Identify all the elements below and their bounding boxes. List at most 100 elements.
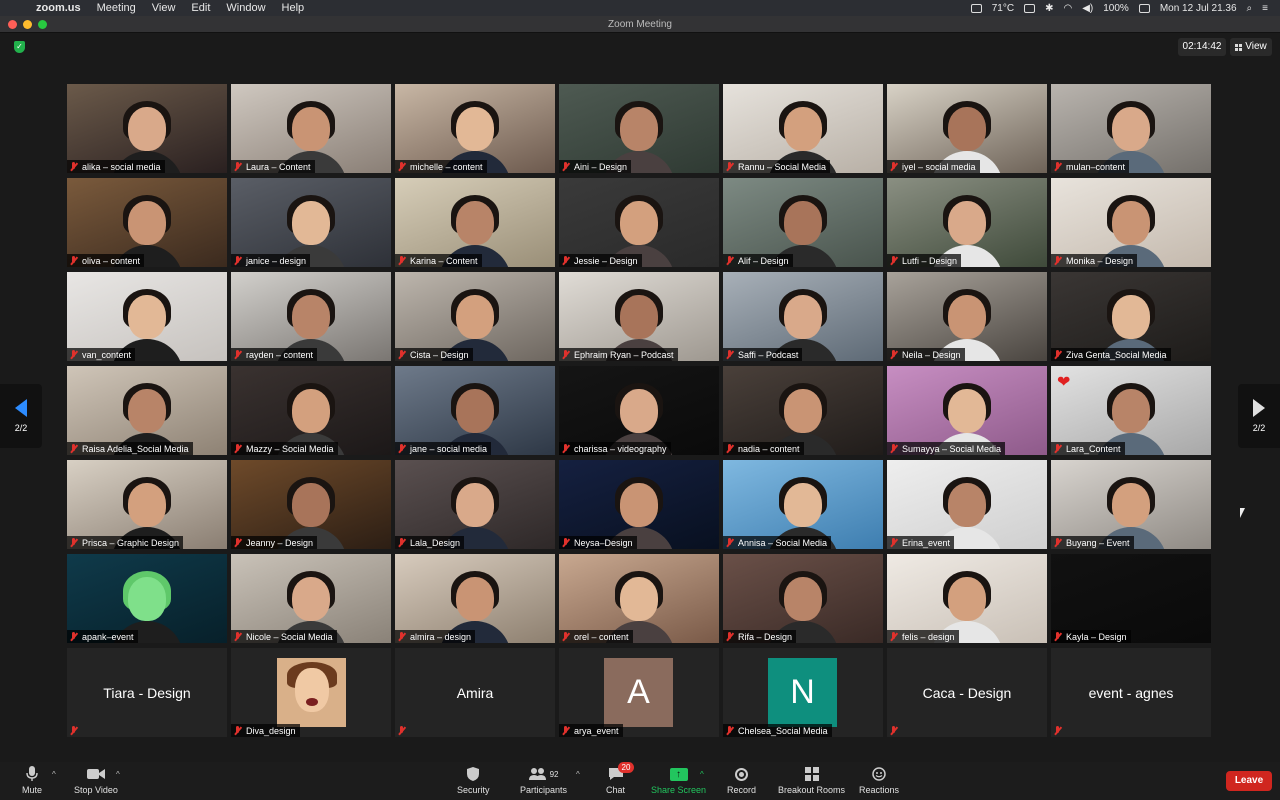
reactions-button[interactable]: Reactions (859, 766, 899, 795)
participant-tile[interactable]: Aini – Design (559, 84, 719, 173)
participant-tile[interactable]: mulan–content (1051, 84, 1211, 173)
participant-tile[interactable]: Neysa–Design (559, 460, 719, 549)
mic-muted-icon (561, 725, 570, 736)
audio-options-caret[interactable]: ^ (52, 770, 56, 779)
temperature-readout[interactable]: 71°C (992, 3, 1014, 14)
participant-name-tag: Kayla – Design (1051, 630, 1131, 643)
participant-tile[interactable]: Sumayya – Social Media (887, 366, 1047, 455)
menu-edit[interactable]: Edit (191, 2, 210, 14)
participant-tile[interactable]: Karina – Content (395, 178, 555, 267)
participant-tile[interactable]: Buyang – Event (1051, 460, 1211, 549)
participant-tile[interactable]: Aarya_event (559, 648, 719, 737)
record-button[interactable]: Record (727, 766, 756, 795)
spotlight-search-icon[interactable]: ⌕ (1247, 3, 1253, 14)
mic-muted-icon (889, 725, 898, 736)
next-page-button[interactable]: 2/2 (1238, 384, 1280, 448)
video-options-caret[interactable]: ^ (116, 770, 120, 779)
mute-button[interactable]: Mute (22, 766, 42, 795)
participant-tile[interactable]: Raisa Adelia_Social Media (67, 366, 227, 455)
participant-tile[interactable]: Amira (395, 648, 555, 737)
fullscreen-window-button[interactable] (38, 20, 47, 29)
view-button[interactable]: View (1230, 38, 1272, 56)
mic-muted-icon (233, 349, 242, 360)
participant-tile[interactable]: event - agnes (1051, 648, 1211, 737)
participant-tile[interactable]: Rannu – Social Media (723, 84, 883, 173)
participant-tile[interactable]: Alif – Design (723, 178, 883, 267)
participant-tile[interactable]: Ziva Genta_Social Media (1051, 272, 1211, 361)
participant-tile[interactable]: iyel – social media (887, 84, 1047, 173)
control-center-icon[interactable]: ≡ (1262, 3, 1268, 14)
participant-tile[interactable]: charissa – videography (559, 366, 719, 455)
participant-tile[interactable]: Mazzy – Social Media (231, 366, 391, 455)
participant-tile[interactable]: alika – social media (67, 84, 227, 173)
participant-tile[interactable]: felis – design (887, 554, 1047, 643)
previous-page-button[interactable]: 2/2 (0, 384, 42, 448)
breakout-rooms-button[interactable]: Breakout Rooms (778, 766, 845, 795)
leave-button[interactable]: Leave (1226, 771, 1272, 791)
participants-button[interactable]: 92 Participants (520, 766, 567, 795)
battery-readout[interactable]: 100% (1103, 3, 1129, 14)
participant-tile[interactable]: janice – design (231, 178, 391, 267)
bluetooth-icon[interactable]: ✱ (1045, 3, 1053, 14)
participant-tile[interactable]: michelle – content (395, 84, 555, 173)
participant-tile[interactable]: Erina_event (887, 460, 1047, 549)
participant-tile[interactable]: Prisca – Graphic Design (67, 460, 227, 549)
participant-tile[interactable]: Caca - Design (887, 648, 1047, 737)
mic-muted-icon (1053, 255, 1062, 266)
participant-tile[interactable]: ❤ Lara_Content (1051, 366, 1211, 455)
participant-tile[interactable]: Annisa – Social Media (723, 460, 883, 549)
participant-tile[interactable]: Laura – Content (231, 84, 391, 173)
participant-tile[interactable]: Saffi – Podcast (723, 272, 883, 361)
participant-tile[interactable]: nadia – content (723, 366, 883, 455)
participant-tile[interactable]: Ephraim Ryan – Podcast (559, 272, 719, 361)
participant-tile[interactable]: orel – content (559, 554, 719, 643)
battery-icon[interactable] (1138, 3, 1150, 13)
encryption-shield-icon[interactable]: ✓ (14, 41, 25, 53)
menu-app[interactable]: zoom.us (36, 2, 81, 14)
close-window-button[interactable] (8, 20, 17, 29)
menu-meeting[interactable]: Meeting (97, 2, 136, 14)
participant-name-tag (67, 724, 86, 737)
participant-tile[interactable]: jane – social media (395, 366, 555, 455)
participant-tile[interactable]: Cista – Design (395, 272, 555, 361)
participant-tile[interactable]: oliva – content (67, 178, 227, 267)
participant-tile[interactable]: Jeanny – Design (231, 460, 391, 549)
participant-tile[interactable]: rayden – content (231, 272, 391, 361)
share-screen-button[interactable]: ↑ Share Screen (651, 766, 706, 795)
participant-tile[interactable]: Rifa – Design (723, 554, 883, 643)
participant-name: Prisca – Graphic Design (82, 537, 180, 548)
participant-tile[interactable]: Nicole – Social Media (231, 554, 391, 643)
wifi-icon[interactable]: ◠ (1063, 3, 1072, 14)
participant-tile[interactable]: Neila – Design (887, 272, 1047, 361)
participant-tile[interactable]: van_content (67, 272, 227, 361)
display-icon[interactable] (1024, 3, 1036, 13)
security-button[interactable]: Security (457, 766, 490, 795)
participant-name: Mazzy – Social Media (246, 443, 334, 454)
minimize-window-button[interactable] (23, 20, 32, 29)
participant-name: Karina – Content (410, 255, 478, 266)
menu-view[interactable]: View (152, 2, 176, 14)
participant-tile[interactable]: Diva_design (231, 648, 391, 737)
stop-video-button[interactable]: Stop Video (74, 766, 118, 795)
volume-icon[interactable]: ◀) (1082, 3, 1093, 14)
participant-tile[interactable]: apank–event (67, 554, 227, 643)
participants-options-caret[interactable]: ^ (576, 770, 580, 779)
menu-window[interactable]: Window (226, 2, 265, 14)
participant-tile[interactable]: N Chelsea_Social Media (723, 648, 883, 737)
participant-tile[interactable]: almira – design (395, 554, 555, 643)
participant-tile[interactable]: Monika – Design (1051, 178, 1211, 267)
participant-name-tag: Erina_event (887, 536, 955, 549)
participant-tile[interactable]: Tiara - Design (67, 648, 227, 737)
participant-tile[interactable]: Kayla – Design (1051, 554, 1211, 643)
chat-button[interactable]: 20 Chat (606, 762, 635, 795)
zoom-status-icon[interactable] (970, 3, 982, 13)
mic-muted-icon (889, 349, 898, 360)
share-options-caret[interactable]: ^ (700, 770, 704, 779)
participant-tile[interactable]: Lutfi – Design (887, 178, 1047, 267)
mic-muted-icon (1053, 537, 1062, 548)
participant-tile[interactable]: Jessie – Design (559, 178, 719, 267)
participant-tile[interactable]: Lala_Design (395, 460, 555, 549)
menu-help[interactable]: Help (282, 2, 305, 14)
clock[interactable]: Mon 12 Jul 21.36 (1160, 3, 1237, 14)
gallery-view: alika – social media Laura – Content miche… (67, 84, 1213, 738)
